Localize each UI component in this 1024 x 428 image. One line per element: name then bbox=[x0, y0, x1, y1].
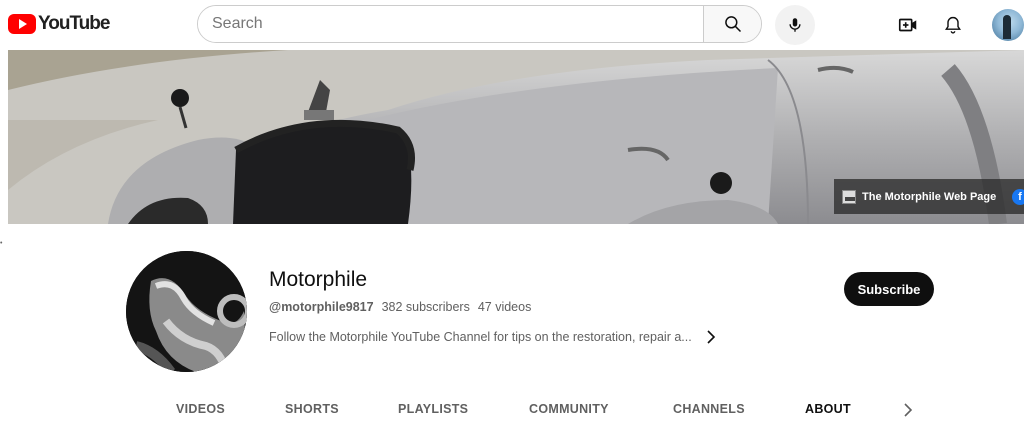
create-button[interactable] bbox=[893, 10, 923, 40]
notifications-button[interactable] bbox=[938, 10, 968, 40]
channel-avatar[interactable] bbox=[126, 251, 247, 372]
video-count: 47 videos bbox=[477, 300, 532, 314]
bell-icon bbox=[945, 16, 961, 34]
channel-banner: The Motorphile Web Page f bbox=[8, 50, 1024, 224]
subscribe-button[interactable]: Subscribe bbox=[844, 272, 934, 306]
tab-videos[interactable]: VIDEOS bbox=[176, 402, 225, 416]
channel-description[interactable]: Follow the Motorphile YouTube Channel fo… bbox=[269, 330, 718, 344]
edge-marker: • bbox=[0, 240, 3, 247]
account-avatar[interactable] bbox=[992, 9, 1024, 41]
voice-search-button[interactable] bbox=[775, 5, 815, 45]
mic-icon bbox=[789, 18, 801, 32]
search-button[interactable] bbox=[703, 6, 761, 42]
banner-link-website[interactable]: The Motorphile Web Page f bbox=[834, 179, 1024, 214]
tabs-scroll-next-button[interactable] bbox=[900, 402, 916, 418]
chevron-right-icon bbox=[904, 403, 913, 417]
create-video-icon bbox=[898, 18, 917, 32]
tab-shorts[interactable]: SHORTS bbox=[285, 402, 339, 416]
banner-link-label: The Motorphile Web Page bbox=[862, 190, 997, 203]
search-icon bbox=[724, 16, 741, 33]
tab-playlists[interactable]: PLAYLISTS bbox=[398, 402, 468, 416]
search-box bbox=[197, 5, 762, 43]
facebook-icon[interactable]: f bbox=[1012, 188, 1024, 205]
website-favicon-icon bbox=[842, 189, 856, 204]
youtube-play-icon bbox=[8, 14, 36, 34]
tab-channels[interactable]: CHANNELS bbox=[673, 402, 745, 416]
tab-about[interactable]: ABOUT bbox=[805, 402, 851, 416]
tab-community[interactable]: COMMUNITY bbox=[529, 402, 609, 416]
youtube-logo-text: YouTube bbox=[38, 13, 110, 34]
channel-meta: @motorphile9817 382 subscribers 47 video… bbox=[269, 300, 531, 314]
subscriber-count: 382 subscribers bbox=[381, 300, 470, 314]
channel-name: Motorphile bbox=[269, 268, 368, 291]
channel-tabs: VIDEOS SHORTS PLAYLISTS COMMUNITY CHANNE… bbox=[0, 396, 1024, 428]
search-input[interactable] bbox=[198, 6, 703, 42]
channel-handle: @motorphile9817 bbox=[269, 300, 374, 314]
masthead: YouTube bbox=[0, 0, 1024, 50]
chevron-right-icon bbox=[704, 330, 718, 344]
hood-ornament-image bbox=[126, 251, 247, 372]
youtube-logo[interactable]: YouTube bbox=[8, 13, 110, 35]
channel-description-text: Follow the Motorphile YouTube Channel fo… bbox=[269, 330, 692, 344]
